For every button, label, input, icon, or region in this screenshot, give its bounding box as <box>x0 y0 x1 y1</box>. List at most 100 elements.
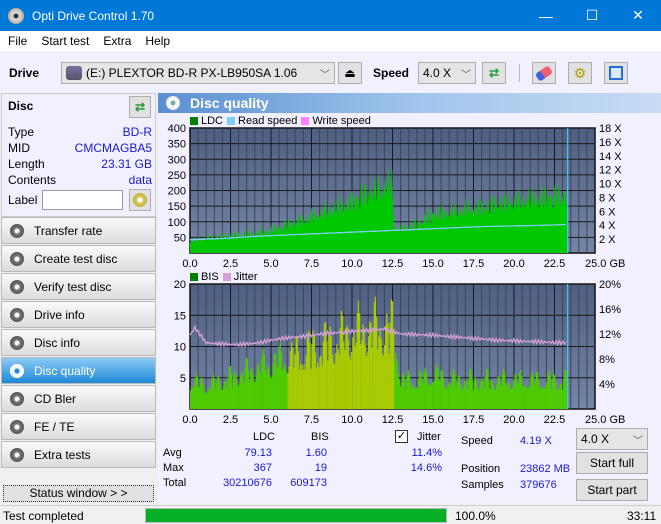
drive-select[interactable]: (E:) PLEXTOR BD-R PX-LB950SA 1.06 ﹀ <box>61 62 335 84</box>
disc-label-input[interactable] <box>42 190 123 210</box>
bis-bar <box>397 373 399 409</box>
menu-file[interactable]: File <box>8 34 27 48</box>
x-tick-label: 0.0 <box>182 258 197 270</box>
bis-bar <box>517 383 519 409</box>
bis-bar <box>244 367 246 409</box>
disc-type-row: Type BD-R <box>8 125 152 139</box>
drive-value: (E:) PLEXTOR BD-R PX-LB950SA 1.06 <box>86 66 298 80</box>
app-icon <box>8 7 24 24</box>
menu-start-test[interactable]: Start test <box>41 34 89 48</box>
nav-label: Transfer rate <box>34 223 103 238</box>
chevron-down-icon: ﹀ <box>633 436 643 447</box>
close-button[interactable]: ✕ <box>615 0 661 31</box>
bis-bar <box>404 379 406 409</box>
nav-label: Extra tests <box>34 447 91 462</box>
disc-label-button[interactable] <box>129 189 151 211</box>
disc-icon <box>10 419 24 434</box>
bis-bar <box>297 351 299 409</box>
panel-header: Disc quality <box>158 93 661 113</box>
disc-refresh-button[interactable]: ⇄ <box>129 96 151 118</box>
x-tick-label: 12.5 <box>382 414 403 426</box>
bis-bar <box>387 323 389 409</box>
save-icon <box>609 66 623 80</box>
nav-disc-info[interactable]: Disc info <box>1 329 156 356</box>
bis-bar <box>357 300 360 409</box>
speed-select[interactable]: 4.0 X ﹀ <box>418 62 476 84</box>
erase-button[interactable] <box>532 62 556 84</box>
bis-bar <box>385 325 387 409</box>
nav-transfer-rate[interactable]: Transfer rate <box>1 217 156 244</box>
nav-verify-test-disc[interactable]: Verify test disc <box>1 273 156 300</box>
menu-bar: File Start test Extra Help <box>0 31 661 51</box>
nav-drive-info[interactable]: Drive info <box>1 301 156 328</box>
y-tick-label: 10 <box>174 342 186 354</box>
bis-bar <box>428 385 430 409</box>
nav-disc-quality[interactable]: Disc quality <box>1 357 156 384</box>
bis-bar <box>534 381 536 409</box>
bis-bar <box>461 389 463 409</box>
bis-bar <box>301 365 303 409</box>
bis-bar <box>421 379 423 409</box>
status-window-button[interactable]: Status window > > <box>3 485 154 502</box>
nav-fe-te[interactable]: FE / TE <box>1 413 156 440</box>
bis-bar <box>564 370 566 409</box>
bis-bar <box>548 370 550 409</box>
nav-create-test-disc[interactable]: Create test disc <box>1 245 156 272</box>
minimize-button[interactable]: — <box>523 0 569 31</box>
bis-bar <box>220 390 222 409</box>
save-button[interactable] <box>604 62 628 84</box>
bis-bar <box>258 362 260 409</box>
x-tick-label: 2.5 <box>223 414 238 426</box>
samples-label: Samples <box>461 479 504 491</box>
y2-tick-label: 8 X <box>599 192 616 204</box>
bis-bar <box>471 376 473 409</box>
disc-type-label: Type <box>8 125 35 139</box>
status-bar: Test completed 100.0% 33:11 <box>0 505 661 524</box>
x-tick-label: 5.0 <box>263 414 278 426</box>
menu-help[interactable]: Help <box>145 34 170 48</box>
x-tick-label: 20.0 <box>503 414 524 426</box>
nav-label: Disc info <box>34 335 81 350</box>
x-tick-label: 22.5 <box>544 414 565 426</box>
bis-bar <box>211 377 213 409</box>
bis-bar <box>444 386 446 409</box>
disc-icon <box>10 447 24 462</box>
y-tick-label: 200 <box>168 186 186 198</box>
bis-bar <box>191 386 193 409</box>
menu-extra[interactable]: Extra <box>103 34 131 48</box>
bis-bar <box>334 364 336 409</box>
bis-bar <box>264 370 267 409</box>
x-tick-label: 12.5 <box>382 258 403 270</box>
bis-bar <box>524 384 526 409</box>
bis-bar <box>450 383 453 409</box>
bis-bar <box>204 391 206 409</box>
refresh-button[interactable]: ⇄ <box>482 62 506 84</box>
maximize-button[interactable]: ☐ <box>569 0 615 31</box>
bis-bar <box>464 380 466 409</box>
jitter-checkbox[interactable]: ✓ <box>395 430 408 443</box>
nav-label: Disc quality <box>34 363 96 378</box>
bis-bar <box>447 384 449 409</box>
test-speed-select[interactable]: 4.0 X ﹀ <box>576 428 648 450</box>
bis-bar <box>488 379 490 409</box>
nav-cd-bler[interactable]: CD Bler <box>1 385 156 412</box>
bis-bar <box>374 296 377 409</box>
bis-bar <box>500 386 502 409</box>
x-tick-label: 20.0 <box>503 258 524 270</box>
disc-mid-value: CMCMAGBA5 <box>74 141 152 155</box>
start-part-button[interactable]: Start part <box>576 479 648 501</box>
bis-bar <box>340 310 343 409</box>
eject-button[interactable]: ⏏ <box>338 62 362 84</box>
settings-button[interactable]: ⚙ <box>568 62 592 84</box>
refresh-icon: ⇄ <box>488 66 500 80</box>
drive-icon <box>66 66 82 80</box>
nav-extra-tests[interactable]: Extra tests <box>1 441 156 468</box>
disc-mid-label: MID <box>8 141 30 155</box>
bis-bar <box>514 374 516 409</box>
bis-bar <box>234 371 236 409</box>
disc-icon <box>133 193 147 207</box>
y2-tick-label: 2 X <box>599 234 616 246</box>
start-full-button[interactable]: Start full <box>576 452 648 474</box>
bis-bar <box>400 383 403 409</box>
bis-bar <box>484 376 487 409</box>
